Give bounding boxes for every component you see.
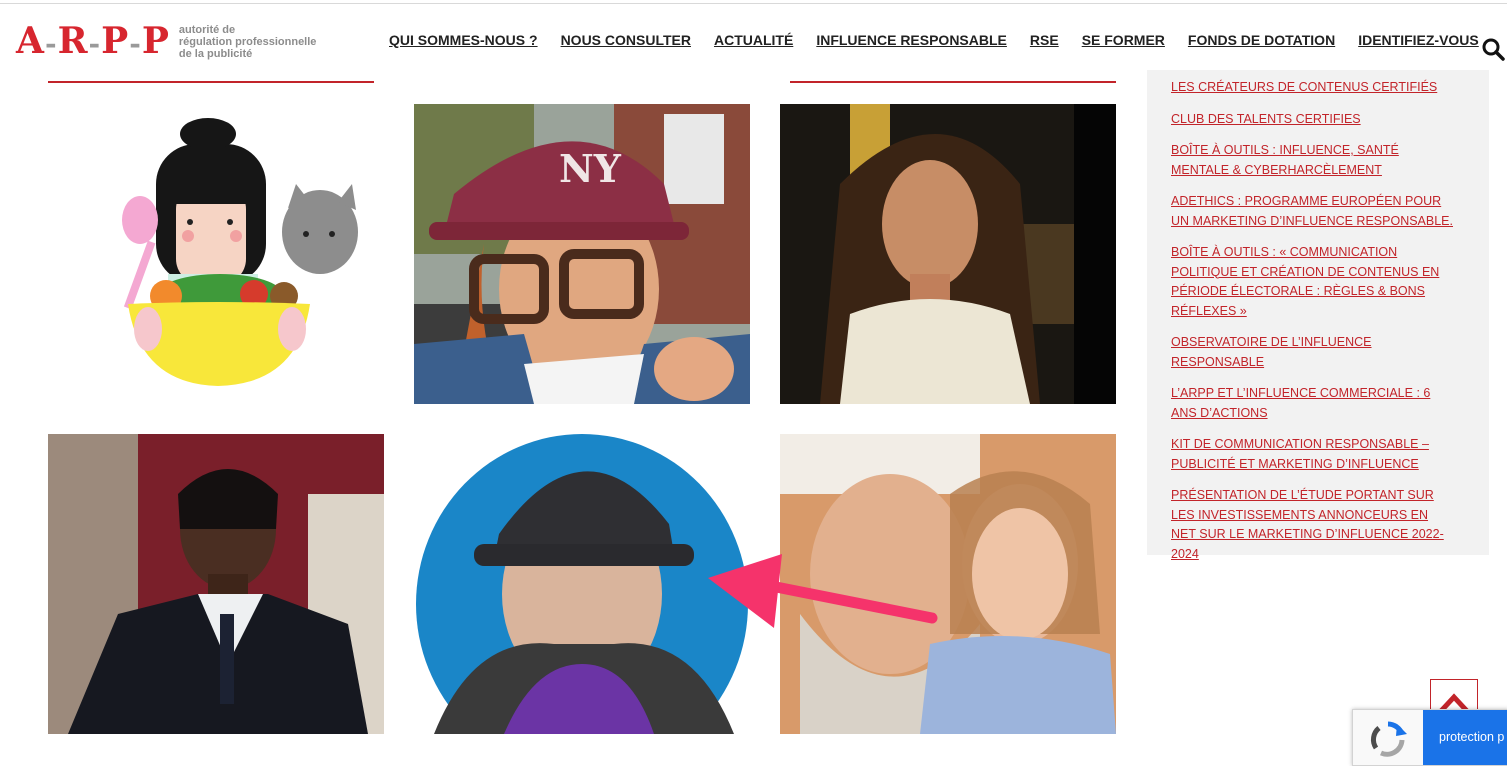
recaptcha-icon bbox=[1367, 720, 1409, 758]
logo-wordmark: A-R-P-P bbox=[16, 20, 171, 62]
recaptcha-badge[interactable]: protection p bbox=[1352, 709, 1507, 766]
sidebar-related-links: LES CRÉATEURS DE CONTENUS CERTIFIÉS CLUB… bbox=[1147, 70, 1489, 561]
sidebar-link-createurs-certifies[interactable]: LES CRÉATEURS DE CONTENUS CERTIFIÉS bbox=[1171, 78, 1455, 98]
nav-item-fonds-de-dotation[interactable]: FONDS DE DOTATION bbox=[1188, 32, 1335, 48]
sidebar-link-club-talents[interactable]: CLUB DES TALENTS CERTIFIES bbox=[1171, 110, 1455, 130]
creator-image-illustration[interactable] bbox=[48, 104, 384, 404]
sidebar-link-boite-outils-politique[interactable]: BOÎTE À OUTILS : « COMMUNICATION POLITIQ… bbox=[1171, 243, 1455, 321]
creator-image-night-portrait[interactable] bbox=[780, 104, 1116, 404]
main-nav: QUI SOMMES-NOUS ? NOUS CONSULTER ACTUALI… bbox=[389, 32, 1502, 48]
site-header: A-R-P-P autorité de régulation professio… bbox=[0, 4, 1507, 70]
sidebar-item: KIT DE COMMUNICATION RESPONSABLE – PUBLI… bbox=[1171, 435, 1455, 474]
logo-letter: R bbox=[57, 20, 90, 62]
creator-image-suit-portrait[interactable] bbox=[48, 434, 384, 734]
sidebar-link-boite-outils-sante[interactable]: BOÎTE À OUTILS : INFLUENCE, SANTÉ MENTAL… bbox=[1171, 141, 1455, 180]
sidebar-item: L’ARPP ET L’INFLUENCE COMMERCIALE : 6 AN… bbox=[1171, 384, 1455, 423]
search-icon[interactable] bbox=[1481, 37, 1505, 61]
sidebar-link-observatoire[interactable]: OBSERVATOIRE DE L’INFLUENCE RESPONSABLE bbox=[1171, 333, 1455, 372]
nav-item-identifiez-vous[interactable]: IDENTIFIEZ-VOUS bbox=[1358, 32, 1479, 48]
logo-tagline: autorité de régulation professionnelle d… bbox=[178, 24, 317, 60]
svg-text:NY: NY bbox=[559, 146, 622, 191]
logo-letter: P bbox=[141, 20, 171, 62]
nav-item-qui-sommes-nous[interactable]: QUI SOMMES-NOUS ? bbox=[389, 32, 538, 48]
sidebar-link-adethics[interactable]: ADETHICS : PROGRAMME EUROPÉEN POUR UN MA… bbox=[1171, 192, 1455, 231]
sidebar-link-etude-investissements[interactable]: PRÉSENTATION DE L’ÉTUDE PORTANT SUR LES … bbox=[1171, 486, 1455, 564]
nav-item-nous-consulter[interactable]: NOUS CONSULTER bbox=[561, 32, 691, 48]
creator-image-duo-selfie[interactable] bbox=[780, 434, 1116, 734]
section-rule bbox=[790, 81, 1116, 83]
sidebar-item: OBSERVATOIRE DE L’INFLUENCE RESPONSABLE bbox=[1171, 333, 1455, 372]
sidebar-link-kit-communication[interactable]: KIT DE COMMUNICATION RESPONSABLE – PUBLI… bbox=[1171, 435, 1455, 474]
nav-item-rse[interactable]: RSE bbox=[1030, 32, 1059, 48]
creator-image-circle-avatar[interactable] bbox=[414, 434, 750, 734]
sidebar-item: LES CRÉATEURS DE CONTENUS CERTIFIÉS bbox=[1171, 78, 1455, 98]
sidebar-item: ADETHICS : PROGRAMME EUROPÉEN POUR UN MA… bbox=[1171, 192, 1455, 231]
section-rule bbox=[48, 81, 374, 83]
logo-letter: P bbox=[101, 20, 131, 62]
arpp-logo[interactable]: A-R-P-P autorité de régulation professio… bbox=[16, 22, 326, 64]
sidebar-item: BOÎTE À OUTILS : INFLUENCE, SANTÉ MENTAL… bbox=[1171, 141, 1455, 180]
recaptcha-label: protection p bbox=[1423, 710, 1507, 765]
nav-item-influence-responsable[interactable]: INFLUENCE RESPONSABLE bbox=[816, 32, 1007, 48]
sidebar-item: CLUB DES TALENTS CERTIFIES bbox=[1171, 110, 1455, 130]
logo-letter: A bbox=[16, 20, 46, 62]
creator-image-cap-selfie[interactable]: NY bbox=[414, 104, 750, 404]
nav-item-actualite[interactable]: ACTUALITÉ bbox=[714, 32, 793, 48]
sidebar-link-arpp-influence[interactable]: L’ARPP ET L’INFLUENCE COMMERCIALE : 6 AN… bbox=[1171, 384, 1455, 423]
sidebar-item: PRÉSENTATION DE L’ÉTUDE PORTANT SUR LES … bbox=[1171, 486, 1455, 564]
sidebar-item: BOÎTE À OUTILS : « COMMUNICATION POLITIQ… bbox=[1171, 243, 1455, 321]
nav-item-se-former[interactable]: SE FORMER bbox=[1082, 32, 1165, 48]
